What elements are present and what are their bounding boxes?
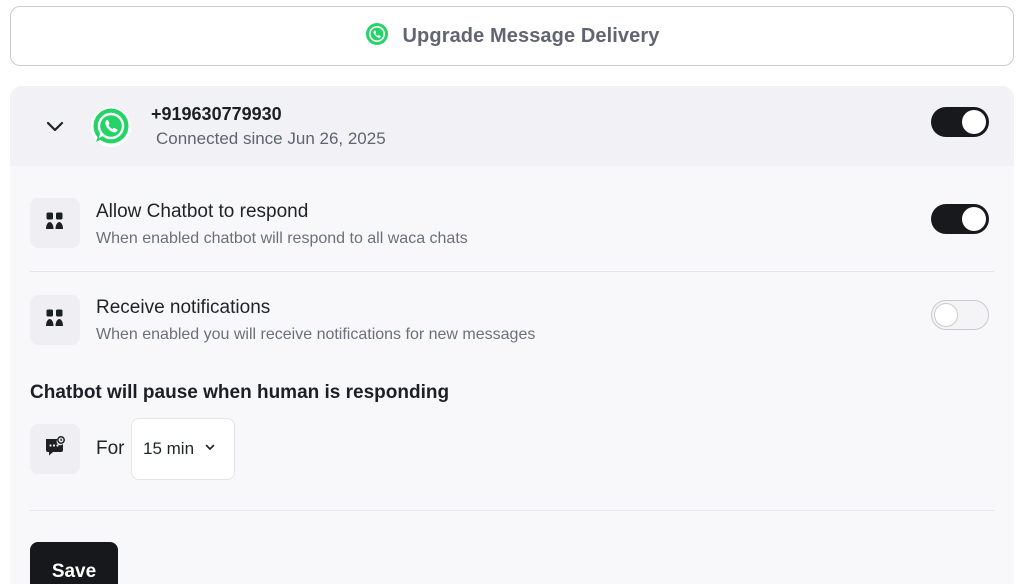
pause-icon-box	[30, 424, 80, 474]
whatsapp-icon	[365, 22, 389, 51]
toggle-knob	[962, 207, 986, 231]
toggle-knob	[934, 303, 958, 327]
chevron-down-icon[interactable]	[44, 115, 66, 137]
connected-since: Connected since Jun 26, 2025	[156, 129, 386, 148]
chevron-down-icon	[204, 440, 216, 458]
pause-heading: Chatbot will pause when human is respond…	[30, 382, 450, 403]
notifications-icon-box	[30, 295, 80, 345]
chatbot-subtitle: When enabled chatbot will respond to all…	[96, 230, 468, 247]
toggle-knob	[962, 110, 986, 134]
account-header: +919630779930 Connected since Jun 26, 20…	[10, 86, 1014, 166]
phone-number: +919630779930	[151, 104, 282, 124]
whatsapp-logo-icon	[89, 105, 133, 149]
whatsapp-account-panel: +919630779930 Connected since Jun 26, 20…	[10, 86, 1014, 584]
users-icon	[45, 211, 65, 236]
chatbot-toggle[interactable]	[931, 204, 989, 234]
divider	[30, 510, 994, 511]
chat-clock-icon	[44, 435, 66, 463]
notifications-toggle[interactable]	[931, 300, 989, 330]
upgrade-label: Upgrade Message Delivery	[402, 24, 660, 47]
duration-value: 15 min	[143, 439, 195, 458]
chatbot-title: Allow Chatbot to respond	[96, 201, 309, 222]
account-toggle[interactable]	[931, 107, 989, 137]
chatbot-icon-box	[30, 198, 80, 248]
pause-duration-select[interactable]: 15 min	[131, 418, 235, 480]
for-label: For	[96, 438, 125, 459]
notifications-title: Receive notifications	[96, 297, 271, 318]
users-icon	[45, 308, 65, 333]
notifications-subtitle: When enabled you will receive notificati…	[96, 326, 536, 343]
save-button[interactable]: Save	[30, 542, 118, 584]
divider	[30, 271, 994, 272]
upgrade-message-delivery-button[interactable]: Upgrade Message Delivery	[10, 6, 1014, 66]
